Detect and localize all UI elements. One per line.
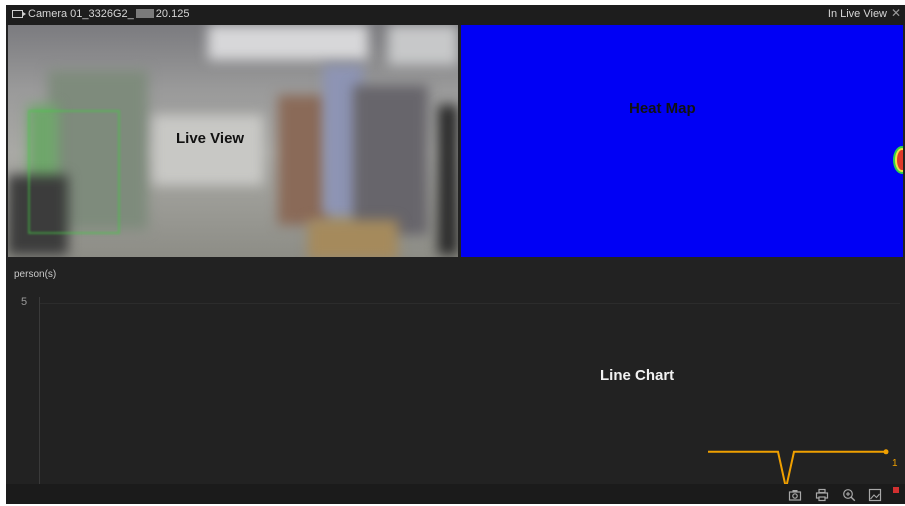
heat-map-label: Heat Map: [629, 100, 696, 117]
live-view-label: Live View: [176, 130, 245, 147]
blur-region: [153, 115, 263, 185]
blur-region: [353, 85, 428, 235]
blur-region: [308, 220, 398, 257]
live-view-panel[interactable]: Live View: [8, 25, 458, 257]
close-icon[interactable]: ✕: [891, 6, 901, 20]
camera-icon[interactable]: [788, 487, 802, 501]
camera-title: Camera 01_3326G2_ 20.125: [28, 8, 189, 20]
heat-hotspot: [897, 150, 903, 170]
view-status: In Live View: [827, 8, 887, 20]
red-indicator: [893, 487, 899, 493]
end-value-label: 1: [892, 458, 898, 469]
line-chart-panel: person(s) 5 Line Chart 1: [6, 259, 905, 484]
camera-icon: [12, 10, 26, 18]
blur-region: [388, 25, 458, 65]
camera-title-suffix: 20.125: [155, 8, 190, 20]
camera-title-prefix: Camera 01_3326G2_: [28, 8, 134, 20]
redacted-block: [135, 9, 154, 18]
bottom-toolbar: [6, 484, 905, 504]
data-point: [883, 449, 889, 455]
app-window: Camera 01_3326G2_ 20.125 In Live View ✕ L…: [6, 5, 905, 504]
print-icon[interactable]: [815, 487, 829, 502]
detection-box: [28, 110, 120, 234]
line-chart-svg: [708, 449, 889, 484]
blur-region: [438, 105, 458, 255]
image-icon[interactable]: [868, 487, 882, 502]
title-bar: Camera 01_3326G2_ 20.125 In Live View ✕: [6, 5, 905, 25]
blur-region: [278, 95, 328, 225]
series-line: [708, 450, 886, 484]
heat-map-panel[interactable]: Heat Map: [461, 25, 903, 257]
zoom-in-icon[interactable]: [842, 487, 856, 502]
blur-region: [208, 25, 368, 60]
